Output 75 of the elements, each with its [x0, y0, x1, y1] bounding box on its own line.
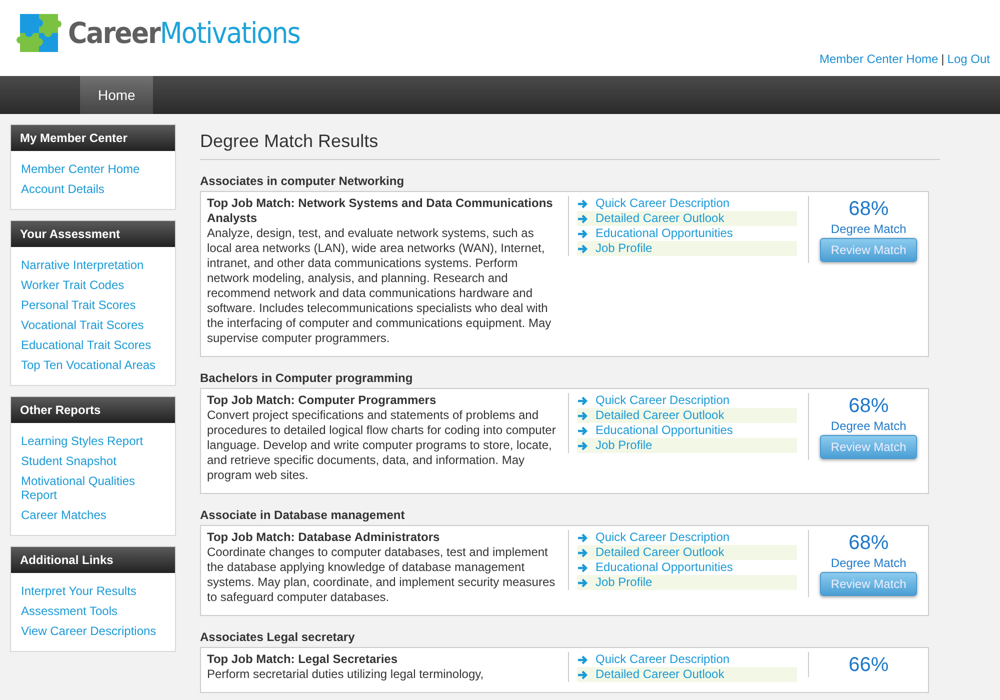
- arrow-right-icon: [576, 228, 588, 238]
- arrow-right-icon: [576, 578, 588, 588]
- arrow-right-icon: [576, 396, 588, 406]
- sidebar-link[interactable]: Interpret Your Results: [21, 581, 165, 601]
- panel-heading: Your Assessment: [11, 221, 175, 247]
- page-title: Degree Match Results: [200, 124, 940, 160]
- sidebar-link[interactable]: Career Matches: [21, 505, 165, 525]
- career-link[interactable]: Quick Career Description: [576, 652, 798, 667]
- match-label: Degree Match: [830, 555, 908, 572]
- sidebar-link[interactable]: Vocational Trait Scores: [21, 315, 165, 335]
- arrow-right-icon: [576, 440, 588, 450]
- career-link[interactable]: Educational Opportunities: [576, 560, 798, 575]
- arrow-right-icon: [576, 548, 588, 558]
- arrow-right-icon: [576, 654, 588, 664]
- career-link[interactable]: Job Profile: [576, 438, 798, 453]
- match-percent: 68%: [848, 198, 890, 220]
- header-link[interactable]: Member Center Home: [819, 52, 938, 66]
- sidebar-link[interactable]: Motivational Qualities Report: [21, 471, 165, 505]
- career-link[interactable]: Job Profile: [576, 241, 798, 256]
- header-link[interactable]: Log Out: [947, 52, 990, 66]
- match-label: Degree Match: [830, 418, 908, 435]
- career-link[interactable]: Job Profile: [576, 575, 798, 590]
- match-percent: 66%: [848, 654, 890, 676]
- link-separator: |: [941, 52, 944, 66]
- career-link[interactable]: Quick Career Description: [576, 393, 798, 408]
- arrow-right-icon: [576, 426, 588, 436]
- career-link[interactable]: Quick Career Description: [576, 530, 798, 545]
- sidebar-link[interactable]: Top Ten Vocational Areas: [21, 355, 165, 375]
- panel-heading: My Member Center: [11, 125, 175, 151]
- job-title: Top Job Match: Database Administrators: [207, 530, 441, 545]
- nav-tab[interactable]: Home: [80, 76, 154, 114]
- sidebar-link[interactable]: Personal Trait Scores: [21, 295, 165, 315]
- job-title: Top Job Match: Network Systems and Data Communications Analysts: [207, 196, 554, 226]
- sidebar-link[interactable]: Assessment Tools: [21, 601, 165, 621]
- review-match-button[interactable]: Review Match: [820, 238, 918, 262]
- panel-heading: Additional Links: [11, 547, 175, 573]
- career-link[interactable]: Detailed Career Outlook: [576, 408, 798, 423]
- match-percent: 68%: [848, 395, 890, 417]
- arrow-right-icon: [576, 562, 588, 572]
- sidebar-link[interactable]: Member Center Home: [21, 159, 165, 179]
- review-match-button[interactable]: Review Match: [820, 435, 918, 459]
- sidebar-link[interactable]: Narrative Interpretation: [21, 255, 165, 275]
- job-description: Perform secretarial duties utilizing legal terminology,: [207, 667, 485, 682]
- arrow-right-icon: [576, 410, 588, 420]
- arrow-right-icon: [576, 198, 588, 208]
- degree-heading: Associates in computer Networking: [200, 173, 406, 190]
- arrow-right-icon: [576, 670, 588, 680]
- sidebar-link[interactable]: Worker Trait Codes: [21, 275, 165, 295]
- job-title: Top Job Match: Legal Secretaries: [207, 652, 398, 667]
- career-link[interactable]: Detailed Career Outlook: [576, 211, 798, 226]
- job-description: Convert project specifications and statements of problems and procedures to detailed logical flow charts for coding into computer language. Develop and write computer programs to store, locate, and retrieve specific documents, data, and information. May program web sites.: [207, 408, 556, 483]
- career-link[interactable]: Detailed Career Outlook: [576, 667, 798, 682]
- panel-heading: Other Reports: [11, 397, 175, 423]
- arrow-right-icon: [576, 532, 588, 542]
- arrow-right-icon: [576, 214, 588, 224]
- career-link[interactable]: Educational Opportunities: [576, 423, 798, 438]
- degree-heading: Associate in Database management: [200, 507, 406, 524]
- job-title: Top Job Match: Computer Programmers: [207, 393, 438, 408]
- sidebar-link[interactable]: View Career Descriptions: [21, 621, 165, 641]
- logo-text: CareerMotivations: [68, 18, 300, 48]
- career-link[interactable]: Educational Opportunities: [576, 226, 798, 241]
- sidebar-link[interactable]: Learning Styles Report: [21, 431, 165, 451]
- degree-heading: Bachelors in Computer programming: [200, 370, 414, 387]
- sidebar-link[interactable]: Educational Trait Scores: [21, 335, 165, 355]
- review-match-button[interactable]: Review Match: [820, 572, 918, 596]
- match-percent: 68%: [848, 532, 890, 554]
- job-description: Analyze, design, test, and evaluate network systems, such as local area networks (LAN), wide area networks (WAN), Internet, intranet, and other data communications systems. Perform network modeling, analysis, and planning. Research and recommend network and data communications hardware and software. Includes telecommunications specialists who deal with the interfacing of computer and communications equipment. May supervise computer programmers.: [207, 226, 552, 346]
- career-link[interactable]: Quick Career Description: [576, 196, 798, 211]
- sidebar-link[interactable]: Account Details: [21, 179, 165, 199]
- sidebar-link[interactable]: Student Snapshot: [21, 451, 165, 471]
- career-link[interactable]: Detailed Career Outlook: [576, 545, 798, 560]
- job-description: Coordinate changes to computer databases, test and implement the database applying knowledge of database management systems. May plan, coordinate, and implement security measures to safeguard computer databases.: [207, 545, 556, 605]
- degree-heading: Associates Legal secretary: [200, 629, 356, 646]
- match-label: Degree Match: [830, 221, 908, 238]
- arrow-right-icon: [576, 244, 588, 254]
